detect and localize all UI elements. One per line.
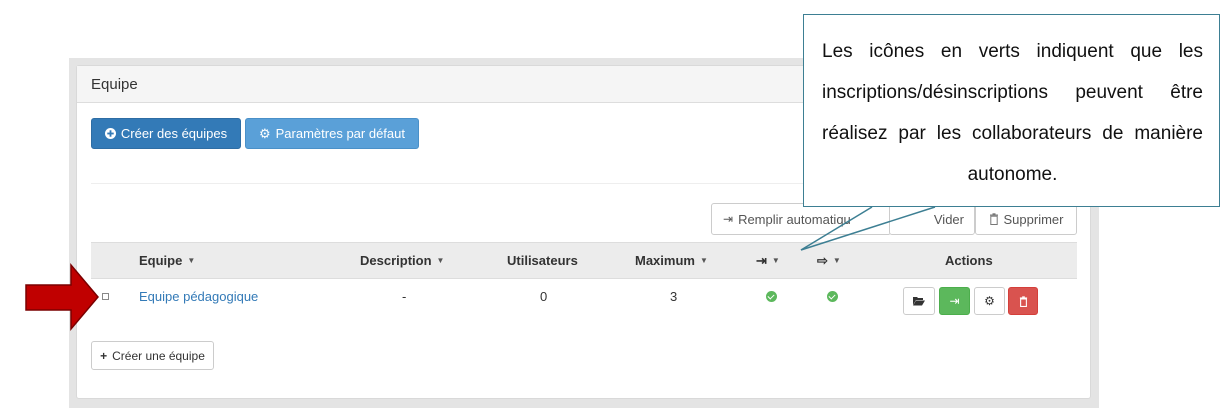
callout-pointer-line-2 (800, 206, 936, 251)
callout-text: Les icônes en verts indiquent que les in… (822, 41, 1203, 185)
screenshot-stage: Equipe Créer des équipes ⚙ Paramètres pa… (0, 0, 1231, 415)
red-arrow-icon (25, 262, 99, 332)
callout-box: Les icônes en verts indiquent que les in… (803, 14, 1220, 207)
callout-pointer-line (800, 206, 873, 251)
